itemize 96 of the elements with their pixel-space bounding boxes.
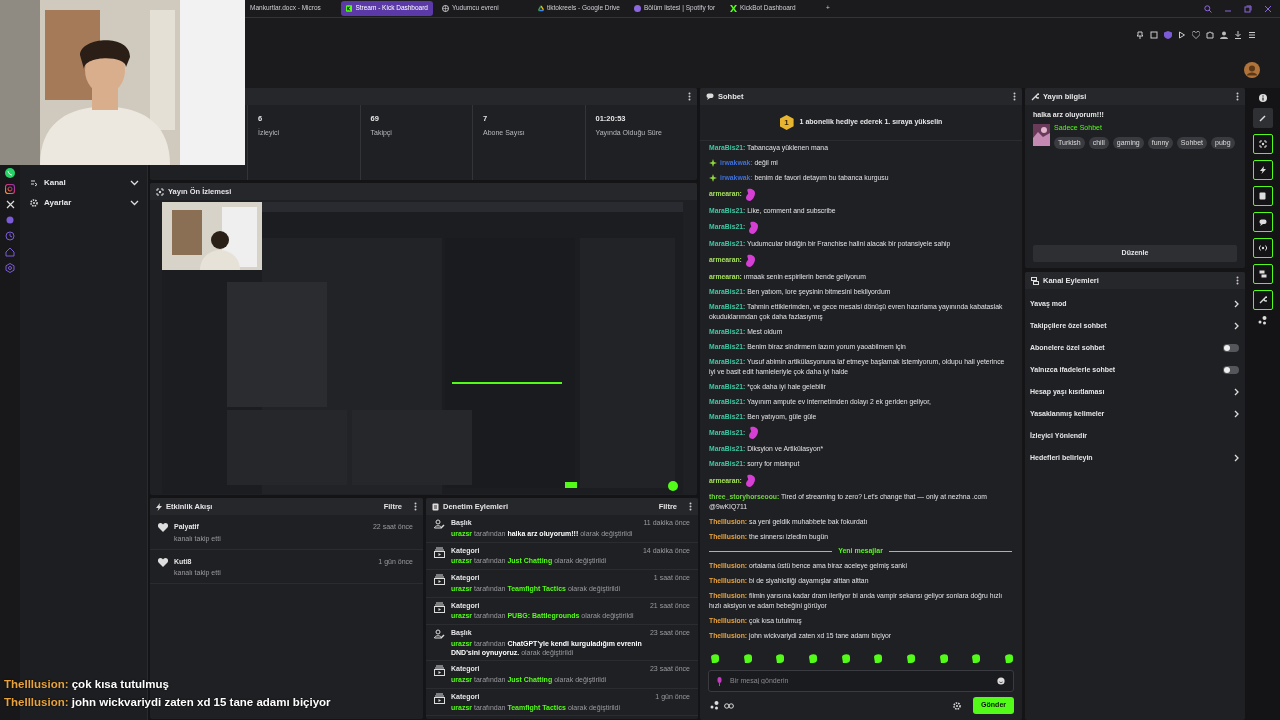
wrench-icon [1031,92,1039,101]
focus-icon [1258,140,1267,148]
video-stack-icon [434,665,445,677]
chevron-icon[interactable] [1234,322,1239,330]
bolt-icon [156,502,162,511]
toggle-switch[interactable] [1223,366,1239,374]
tab-icon [730,5,737,12]
more-icon[interactable] [688,92,691,101]
emote-icon[interactable] [1003,653,1014,664]
heart-icon [158,557,168,567]
restore-icon[interactable] [1244,4,1252,13]
broadcast-icon [1257,244,1268,252]
chat-bubble-icon [1258,218,1267,226]
emote-icon[interactable] [742,653,753,664]
emote-icon[interactable] [775,653,786,664]
emote-icon[interactable] [840,653,851,664]
panel-toggle-button[interactable] [1252,212,1273,232]
profile-icon[interactable] [1220,31,1228,39]
overlay-chat-message: TheIllusion: john wickvariydi zaten xd 15 tane adamı biçiyor [4,695,331,710]
puzzle-icon[interactable] [1206,31,1214,39]
avatar[interactable] [1244,62,1260,78]
rank-badge: 1 [779,115,794,130]
nodes-icon[interactable] [1257,316,1268,325]
emote-icon [744,253,756,267]
shield-icon[interactable] [1164,31,1172,39]
person-edit-icon [434,519,445,529]
sidebar-item[interactable]: Kanal [30,176,139,190]
overlay-chat-message: TheIllusion: çok kısa tutulmuş [4,677,170,692]
close-icon[interactable] [1264,4,1272,13]
preview-icon [156,187,164,196]
emote-icon[interactable] [938,653,949,664]
emote-icon[interactable] [807,653,818,664]
toggle-switch[interactable] [1223,344,1239,352]
channel-icon [30,179,38,187]
panel-toggle-button[interactable] [1252,134,1273,154]
video-stack-icon [434,574,445,585]
pencil-button[interactable] [1252,108,1273,128]
smiley-icon[interactable] [997,677,1005,686]
more-icon[interactable] [1236,276,1239,285]
download-icon[interactable] [1234,31,1242,39]
home-icon[interactable] [5,247,15,257]
tab-icon [346,5,353,12]
panel-toggle-button[interactable] [1252,160,1273,180]
microphone-icon[interactable] [717,676,722,686]
document-icon [1259,192,1266,200]
stack-icon [1031,276,1039,285]
video-stack-icon [434,546,445,558]
more-icon[interactable] [1236,92,1239,101]
sidebar-item[interactable]: Ayarlar [30,196,139,210]
emote-icon [748,426,760,440]
heart-icon [158,523,168,532]
wrench-icon [1258,296,1267,304]
play-icon[interactable] [1178,31,1186,39]
more-icon[interactable] [689,502,692,511]
search-icon[interactable] [1204,4,1212,13]
emote-icon [744,474,756,488]
heart-icon[interactable] [1192,31,1200,39]
circle-icon[interactable] [5,215,15,225]
pencil-icon [1258,114,1267,122]
emote-icon[interactable] [971,653,982,664]
camera-icon[interactable] [5,184,15,194]
person-edit-icon [434,629,445,639]
chevron-icon[interactable] [1234,454,1239,462]
emote-icon [748,220,760,234]
tab-icon [538,5,544,12]
emote-icon[interactable] [905,653,916,664]
emote-icon[interactable] [873,653,884,664]
chat-bubble-icon[interactable] [5,168,15,178]
menu-icon[interactable] [1248,31,1256,39]
pin-icon[interactable] [1136,31,1144,39]
chat-bubble-icon [706,93,714,100]
panel-toggle-button[interactable] [1252,290,1273,310]
x-icon[interactable] [5,200,15,209]
clock-icon[interactable] [5,231,15,241]
chevron-icon[interactable] [1234,410,1239,418]
bolt-icon [1259,166,1266,174]
chevron-icon[interactable] [1234,388,1239,396]
tab-icon [634,5,641,12]
screenshot-icon[interactable] [1150,31,1158,39]
settings-icon [30,199,38,207]
emote-icon[interactable] [710,653,720,664]
stack-icon [1258,270,1267,278]
nodes-icon[interactable] [710,701,720,711]
info-icon[interactable] [1258,94,1267,102]
globe-icon [442,5,449,12]
panel-toggle-button[interactable] [1252,264,1273,284]
panel-toggle-button[interactable] [1252,186,1273,206]
video-stack-icon [434,601,445,613]
infinity-icon[interactable] [724,702,734,709]
video-stack-icon [434,692,445,704]
emote-icon [744,187,756,201]
panel-toggle-button[interactable] [1252,238,1273,258]
more-icon[interactable] [414,502,417,511]
chevron-icon[interactable] [1234,300,1239,308]
document-icon [432,502,439,511]
more-icon[interactable] [1013,92,1016,101]
